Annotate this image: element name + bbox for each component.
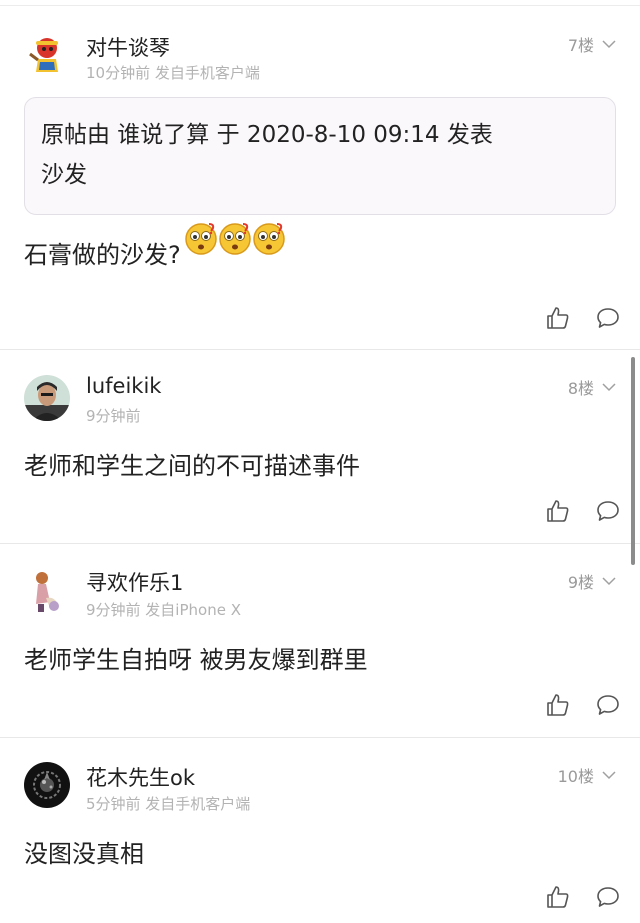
reply-content: 老师学生自拍呀 被男友爆到群里 — [24, 640, 368, 675]
floor-menu[interactable]: 8楼 — [568, 375, 616, 399]
username[interactable]: 寻欢作乐1 — [86, 567, 183, 597]
chevron-down-icon — [602, 383, 616, 392]
floor-number: 10楼 — [557, 767, 594, 786]
post-meta: 5分钟前 发自手机客户端 — [86, 795, 251, 813]
shocked-face-emoji-icon — [219, 223, 251, 255]
quote-header: 原帖由 谁说了算 于 2020-8-10 09:14 发表 — [41, 122, 493, 148]
reply-post-9: 寻欢作乐1 9分钟前 发自iPhone X 9楼 老师学生自拍呀 被男友爆到群里 — [0, 543, 640, 737]
quote-content: 沙发 — [41, 162, 87, 188]
floor-menu[interactable]: 9楼 — [568, 569, 616, 593]
floor-number: 8楼 — [567, 379, 594, 398]
reply-content: 石膏做的沙发? — [24, 223, 285, 270]
floor-number: 9楼 — [567, 573, 594, 592]
avatar[interactable] — [24, 32, 70, 78]
username[interactable]: 对牛谈琴 — [86, 32, 170, 62]
user-photo-avatar-icon — [24, 375, 70, 421]
post-actions — [544, 497, 622, 525]
post-actions — [544, 883, 622, 911]
reply-post-8: lufeikik 9分钟前 8楼 老师和学生之间的不可描述事件 — [0, 349, 640, 543]
reply-post-10: 花木先生ok 5分钟前 发自手机客户端 10楼 没图没真相 — [0, 737, 640, 923]
username[interactable]: 花木先生ok — [86, 762, 195, 792]
reply-text: 没图没真相 — [24, 840, 144, 868]
post-meta: 9分钟前 — [86, 407, 141, 425]
avatar[interactable] — [24, 375, 70, 421]
post-actions — [544, 691, 622, 719]
reply-text: 老师和学生之间的不可描述事件 — [24, 452, 360, 480]
comment-bubble-icon[interactable] — [594, 304, 622, 332]
comment-bubble-icon[interactable] — [594, 497, 622, 525]
reply-post-7: 对牛谈琴 10分钟前 发自手机客户端 7楼 原帖由 谁说了算 于 2020-8-… — [0, 8, 640, 349]
illustration-avatar-icon — [24, 568, 70, 614]
shocked-face-emoji-icon — [185, 223, 217, 255]
post-meta: 10分钟前 发自手机客户端 — [86, 64, 260, 82]
reply-text: 石膏做的沙发? — [24, 241, 181, 269]
thumbs-up-icon[interactable] — [544, 304, 572, 332]
post-meta: 9分钟前 发自iPhone X — [86, 601, 241, 619]
thumbs-up-icon[interactable] — [544, 497, 572, 525]
post-actions — [544, 304, 622, 332]
floor-menu[interactable]: 10楼 — [558, 763, 616, 787]
floor-menu[interactable]: 7楼 — [568, 32, 616, 56]
avatar[interactable] — [24, 762, 70, 808]
username[interactable]: lufeikik — [86, 374, 161, 398]
comment-bubble-icon[interactable] — [594, 691, 622, 719]
reply-text: 老师学生自拍呀 被男友爆到群里 — [24, 646, 368, 674]
reply-content: 没图没真相 — [24, 834, 144, 869]
emoji-group — [183, 220, 285, 256]
dark-flower-avatar-icon — [24, 762, 70, 808]
floor-number: 7楼 — [567, 36, 594, 55]
chevron-down-icon — [602, 40, 616, 49]
chevron-down-icon — [602, 577, 616, 586]
comment-bubble-icon[interactable] — [594, 883, 622, 911]
top-divider — [0, 0, 640, 6]
shocked-face-emoji-icon — [253, 223, 285, 255]
reply-content: 老师和学生之间的不可描述事件 — [24, 446, 360, 481]
avatar[interactable] — [24, 568, 70, 614]
scrollbar[interactable] — [631, 357, 635, 565]
monkey-king-avatar-icon — [24, 32, 70, 78]
chevron-down-icon — [602, 771, 616, 780]
thumbs-up-icon[interactable] — [544, 883, 572, 911]
quoted-post[interactable]: 原帖由 谁说了算 于 2020-8-10 09:14 发表 沙发 — [24, 97, 616, 215]
thumbs-up-icon[interactable] — [544, 691, 572, 719]
